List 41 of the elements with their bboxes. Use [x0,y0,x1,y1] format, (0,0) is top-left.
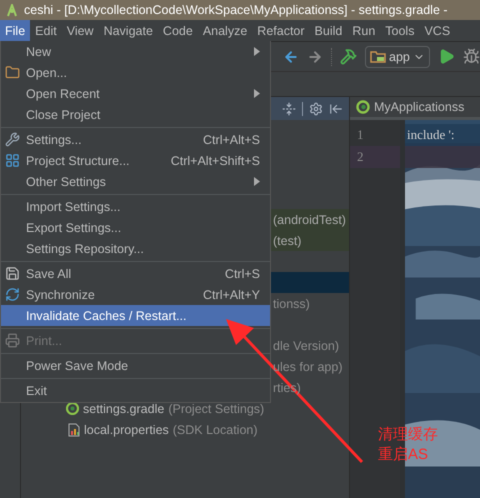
menu-item[interactable]: Invalidate Caches / Restart... [1,305,270,326]
code-text: include ': [407,127,454,143]
menu-bar-item[interactable]: Tools [380,20,420,41]
menu-bar-item[interactable]: Analyze [198,20,252,41]
file-detail: (SDK Location) [172,422,258,436]
tree-item-text: (androidTest) [273,212,346,226]
line-number: 2 [350,146,400,168]
menu-bar-item[interactable]: Navigate [98,20,158,41]
tree-item-text: (test) [273,234,302,248]
menu-bar-item[interactable]: Refactor [252,20,310,41]
menu-bar-item[interactable]: Build [310,20,348,41]
annotation-text: 重启AS [378,446,430,464]
menu-item[interactable]: Exit [1,380,270,401]
run-config-dropdown[interactable]: app [365,46,430,68]
window-title: ceshi - [D:\MycollectionCode\WorkSpace\MyApplicationss] - settings.gradle - [24,3,448,17]
menu-bar-item[interactable]: File [0,20,30,41]
menu-item[interactable]: Open... [1,62,270,83]
file-name: local.properties [84,422,169,436]
menu-bar-item[interactable]: View [62,20,99,41]
menu-item[interactable]: Settings Repository... [1,238,270,259]
line-number: 1 [356,126,364,144]
menu-item[interactable]: Other Settings [1,171,270,192]
file-detail: (Project Settings) [168,402,264,416]
menu-item[interactable]: Close Project [1,104,270,125]
tree-row[interactable]: local.properties (SDK Location) [21,419,349,440]
menu-item[interactable]: Settings... Ctrl+Alt+S [1,129,270,150]
annotation-text: 清理缓存 [378,426,438,444]
menu-item[interactable]: Open Recent [1,83,270,104]
tree-row[interactable]: settings.gradle (Project Settings) [21,398,349,419]
menu-bar-item[interactable]: Edit [30,20,62,41]
menu-bar-item[interactable]: Code [158,20,198,41]
file-name: settings.gradle [83,402,164,416]
menu-item[interactable]: Save All Ctrl+S [1,263,270,284]
menu-item[interactable]: Export Settings... [1,217,270,238]
menu-item[interactable]: Project Structure... Ctrl+Alt+Shift+S [1,150,270,171]
menu-item[interactable]: Import Settings... [1,196,270,217]
menu-item[interactable]: Synchronize Ctrl+Alt+Y [1,284,270,305]
menu-item[interactable]: Power Save Mode [1,355,270,376]
menu-item[interactable]: New [1,41,270,62]
menu-bar-item[interactable]: VCS [419,20,456,41]
menu-bar-item[interactable]: Run [347,20,380,41]
